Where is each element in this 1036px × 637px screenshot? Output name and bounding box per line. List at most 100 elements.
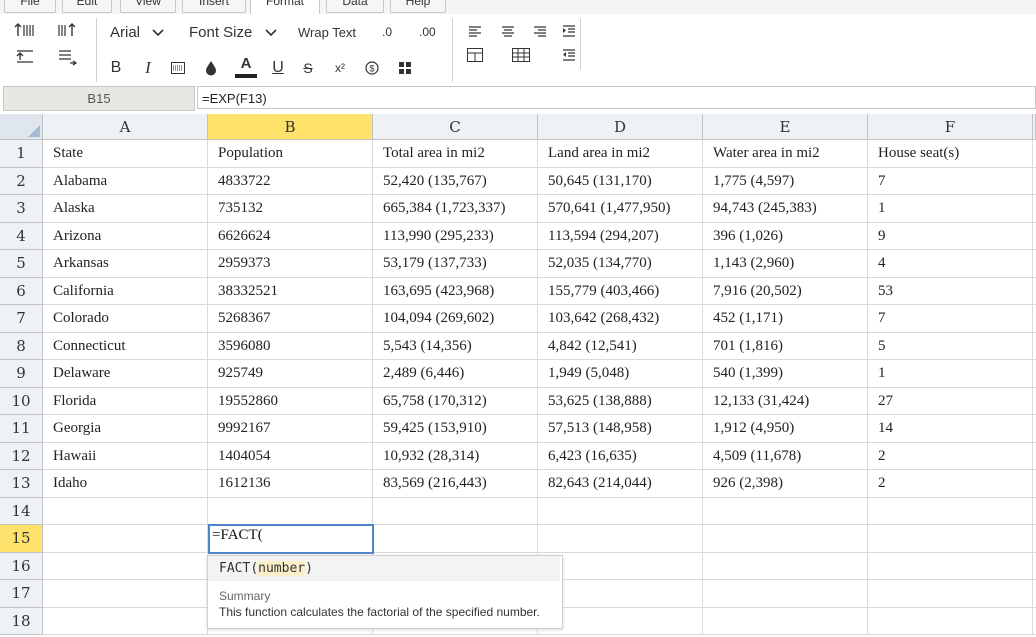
- cell-b11[interactable]: 9992167: [208, 415, 373, 443]
- column-header-e[interactable]: E: [703, 114, 868, 140]
- italic-button[interactable]: I: [138, 58, 158, 78]
- cell-d2[interactable]: 50,645 (131,170): [538, 167, 703, 195]
- cell-f18[interactable]: [868, 607, 1033, 635]
- select-all-corner[interactable]: [0, 114, 43, 140]
- cell-d5[interactable]: 52,035 (134,770): [538, 250, 703, 278]
- cell-d12[interactable]: 6,423 (16,635): [538, 442, 703, 470]
- cell-e10[interactable]: 12,133 (31,424): [703, 387, 868, 415]
- font-name-select[interactable]: Arial: [110, 24, 140, 41]
- cell-e11[interactable]: 1,912 (4,950): [703, 415, 868, 443]
- cell-b2[interactable]: 4833722: [208, 167, 373, 195]
- function-signature[interactable]: FACT(number): [208, 556, 560, 581]
- decrease-decimal-button[interactable]: .0: [382, 25, 392, 39]
- column-header-f[interactable]: F: [868, 114, 1033, 140]
- tab-data[interactable]: Data: [326, 0, 384, 13]
- cell-a2[interactable]: Alabama: [43, 167, 208, 195]
- cell-e13[interactable]: 926 (2,398): [703, 470, 868, 498]
- row-header[interactable]: 16: [0, 552, 43, 580]
- row-header[interactable]: 12: [0, 442, 43, 470]
- cell-c2[interactable]: 52,420 (135,767): [373, 167, 538, 195]
- cell-d4[interactable]: 113,594 (294,207): [538, 222, 703, 250]
- cell-e17[interactable]: [703, 580, 868, 608]
- align-center-icon[interactable]: [497, 22, 519, 40]
- row-header[interactable]: 7: [0, 305, 43, 333]
- column-header-b[interactable]: B: [208, 114, 373, 140]
- align-bottom-icon[interactable]: [54, 46, 80, 68]
- cell-c13[interactable]: 83,569 (216,443): [373, 470, 538, 498]
- cell-f13[interactable]: 2: [868, 470, 1033, 498]
- cell-c4[interactable]: 113,990 (295,233): [373, 222, 538, 250]
- currency-icon[interactable]: $: [362, 58, 382, 78]
- cell-e4[interactable]: 396 (1,026): [703, 222, 868, 250]
- cell-a12[interactable]: Hawaii: [43, 442, 208, 470]
- cell-e15[interactable]: [703, 525, 868, 553]
- cell-e2[interactable]: 1,775 (4,597): [703, 167, 868, 195]
- cell-a6[interactable]: California: [43, 277, 208, 305]
- cell-a18[interactable]: [43, 607, 208, 635]
- row-header[interactable]: 10: [0, 387, 43, 415]
- cell-a13[interactable]: Idaho: [43, 470, 208, 498]
- table-grid-icon[interactable]: [510, 46, 532, 64]
- indent-rows-icon[interactable]: [12, 20, 38, 42]
- indent-icon[interactable]: [558, 22, 580, 40]
- outdent-rows-icon[interactable]: [54, 20, 80, 42]
- cell-f10[interactable]: 27: [868, 387, 1033, 415]
- font-size-select[interactable]: Font Size: [189, 24, 252, 41]
- row-header[interactable]: 17: [0, 580, 43, 608]
- cell-c14[interactable]: [373, 497, 538, 525]
- cell-f4[interactable]: 9: [868, 222, 1033, 250]
- tab-file[interactable]: File: [4, 0, 56, 13]
- table-icon[interactable]: [464, 46, 486, 64]
- row-header[interactable]: 14: [0, 497, 43, 525]
- cell-b4[interactable]: 6626624: [208, 222, 373, 250]
- row-header[interactable]: 8: [0, 332, 43, 360]
- cell-a5[interactable]: Arkansas: [43, 250, 208, 278]
- cell-editor[interactable]: =FACT(: [208, 524, 374, 554]
- cell-c1[interactable]: Total area in mi2: [373, 140, 538, 168]
- cell-c9[interactable]: 2,489 (6,446): [373, 360, 538, 388]
- cell-f17[interactable]: [868, 580, 1033, 608]
- cell-e6[interactable]: 7,916 (20,502): [703, 277, 868, 305]
- tab-insert[interactable]: Insert: [182, 0, 246, 13]
- cell-f2[interactable]: 7: [868, 167, 1033, 195]
- cell-b14[interactable]: [208, 497, 373, 525]
- font-color-button[interactable]: A: [234, 54, 258, 80]
- cell-b7[interactable]: 5268367: [208, 305, 373, 333]
- cell-a4[interactable]: Arizona: [43, 222, 208, 250]
- row-header[interactable]: 1: [0, 140, 43, 168]
- cell-d15[interactable]: [538, 525, 703, 553]
- cell-b10[interactable]: 19552860: [208, 387, 373, 415]
- cell-a3[interactable]: Alaska: [43, 195, 208, 223]
- cell-e12[interactable]: 4,509 (11,678): [703, 442, 868, 470]
- cell-b3[interactable]: 735132: [208, 195, 373, 223]
- cell-c15[interactable]: [373, 525, 538, 553]
- row-header[interactable]: 9: [0, 360, 43, 388]
- cell-d1[interactable]: Land area in mi2: [538, 140, 703, 168]
- cell-f9[interactable]: 1: [868, 360, 1033, 388]
- cell-f1[interactable]: House seat(s): [868, 140, 1033, 168]
- name-box[interactable]: B15: [3, 86, 195, 111]
- cell-b12[interactable]: 1404054: [208, 442, 373, 470]
- bold-button[interactable]: B: [106, 58, 126, 78]
- underline-button[interactable]: U: [268, 58, 288, 78]
- cell-d8[interactable]: 4,842 (12,541): [538, 332, 703, 360]
- row-header[interactable]: 11: [0, 415, 43, 443]
- row-header[interactable]: 15: [0, 525, 43, 553]
- cell-a14[interactable]: [43, 497, 208, 525]
- cell-f3[interactable]: 1: [868, 195, 1033, 223]
- cell-f12[interactable]: 2: [868, 442, 1033, 470]
- chevron-down-icon[interactable]: [263, 26, 279, 40]
- superscript-button[interactable]: x²: [330, 58, 350, 78]
- increase-decimal-button[interactable]: .00: [419, 25, 436, 39]
- cell-e18[interactable]: [703, 607, 868, 635]
- cell-a16[interactable]: [43, 552, 208, 580]
- row-header[interactable]: 4: [0, 222, 43, 250]
- cell-f11[interactable]: 14: [868, 415, 1033, 443]
- cell-d10[interactable]: 53,625 (138,888): [538, 387, 703, 415]
- cell-e16[interactable]: [703, 552, 868, 580]
- cell-a11[interactable]: Georgia: [43, 415, 208, 443]
- cell-a15[interactable]: [43, 525, 208, 553]
- cell-c7[interactable]: 104,094 (269,602): [373, 305, 538, 333]
- align-left-icon[interactable]: [464, 22, 486, 40]
- row-header[interactable]: 3: [0, 195, 43, 223]
